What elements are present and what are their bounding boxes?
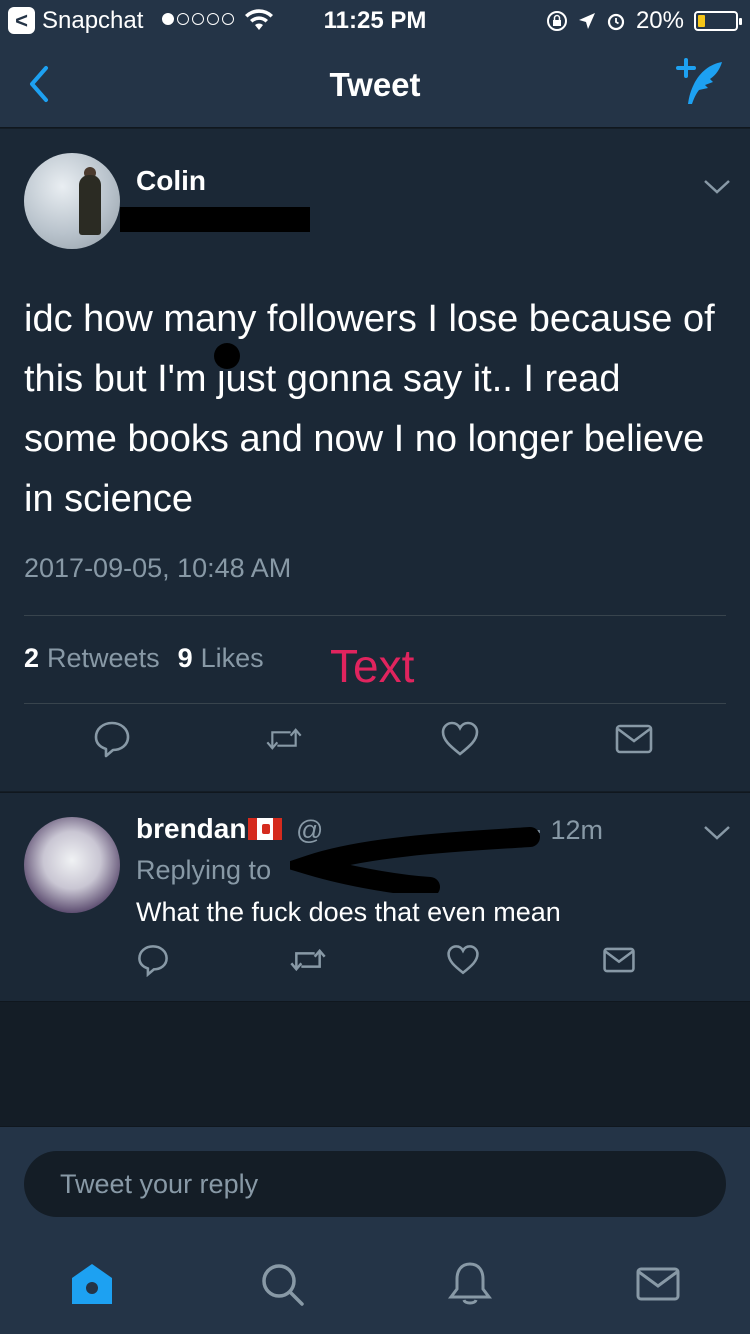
retweets-count[interactable]: 2	[24, 643, 39, 674]
reply-author-name[interactable]: brendan	[136, 813, 246, 845]
home-icon[interactable]	[68, 1260, 116, 1308]
tweet-actions	[0, 719, 750, 779]
replying-to-label: Replying to	[136, 855, 272, 885]
compose-tweet-icon[interactable]	[672, 58, 728, 108]
envelope-icon[interactable]	[634, 1260, 682, 1308]
reply-actions	[0, 943, 750, 983]
heart-icon[interactable]	[440, 719, 480, 759]
battery-icon	[694, 11, 742, 31]
likes-label[interactable]: Likes	[201, 643, 264, 674]
bell-icon[interactable]	[446, 1260, 494, 1308]
reply-input[interactable]	[24, 1151, 726, 1217]
divider	[24, 615, 726, 616]
canada-flag-icon	[248, 818, 282, 840]
tweet-text: idc how many followers I lose because of…	[24, 298, 715, 520]
battery-percent: 20%	[635, 7, 684, 34]
reply-composer	[0, 1126, 750, 1234]
search-icon[interactable]	[258, 1260, 306, 1308]
reply-tweet[interactable]: brendan @ · 12m Replying to What the fuc…	[0, 792, 750, 1002]
retweet-icon[interactable]	[264, 719, 304, 759]
envelope-icon[interactable]	[614, 719, 654, 759]
redaction-dot	[214, 343, 240, 369]
redaction-scribble	[290, 827, 540, 893]
alarm-icon	[607, 13, 625, 31]
orientation-lock-icon	[546, 11, 567, 31]
reply-icon[interactable]	[136, 943, 170, 977]
tweet-timestamp: 2017-09-05, 10:48 AM	[24, 553, 292, 583]
retweet-icon[interactable]	[288, 943, 328, 977]
author-name[interactable]: Colin	[136, 165, 206, 197]
likes-count[interactable]: 9	[178, 643, 193, 674]
location-icon	[578, 13, 595, 29]
status-bar: < Snapchat 11:25 PM 20%	[0, 0, 750, 40]
chevron-down-icon[interactable]	[702, 823, 732, 843]
avatar[interactable]	[24, 153, 120, 249]
divider	[24, 703, 726, 704]
tweet-screen: < Snapchat 11:25 PM 20% Tweet Colin idc …	[0, 0, 750, 1334]
envelope-icon[interactable]	[602, 943, 636, 977]
reply-text: What the fuck does that even mean	[136, 897, 561, 927]
reply-time: · 12m	[534, 815, 604, 845]
avatar[interactable]	[24, 817, 120, 913]
battery-level-fill	[698, 15, 705, 27]
redacted-handle	[120, 207, 310, 232]
tweet-stats: 2 Retweets 9 Likes	[24, 643, 264, 674]
status-right-group: 20%	[546, 7, 742, 35]
page-title: Tweet	[329, 66, 421, 103]
retweets-label[interactable]: Retweets	[47, 643, 160, 674]
heart-icon[interactable]	[446, 943, 480, 977]
main-tweet[interactable]: Colin idc how many followers I lose beca…	[0, 129, 750, 791]
overlay-text: Text	[330, 640, 415, 692]
reply-icon[interactable]	[92, 719, 132, 759]
navigation-bar: Tweet	[0, 40, 750, 128]
chevron-down-icon[interactable]	[702, 177, 732, 197]
tab-bar	[0, 1234, 750, 1334]
